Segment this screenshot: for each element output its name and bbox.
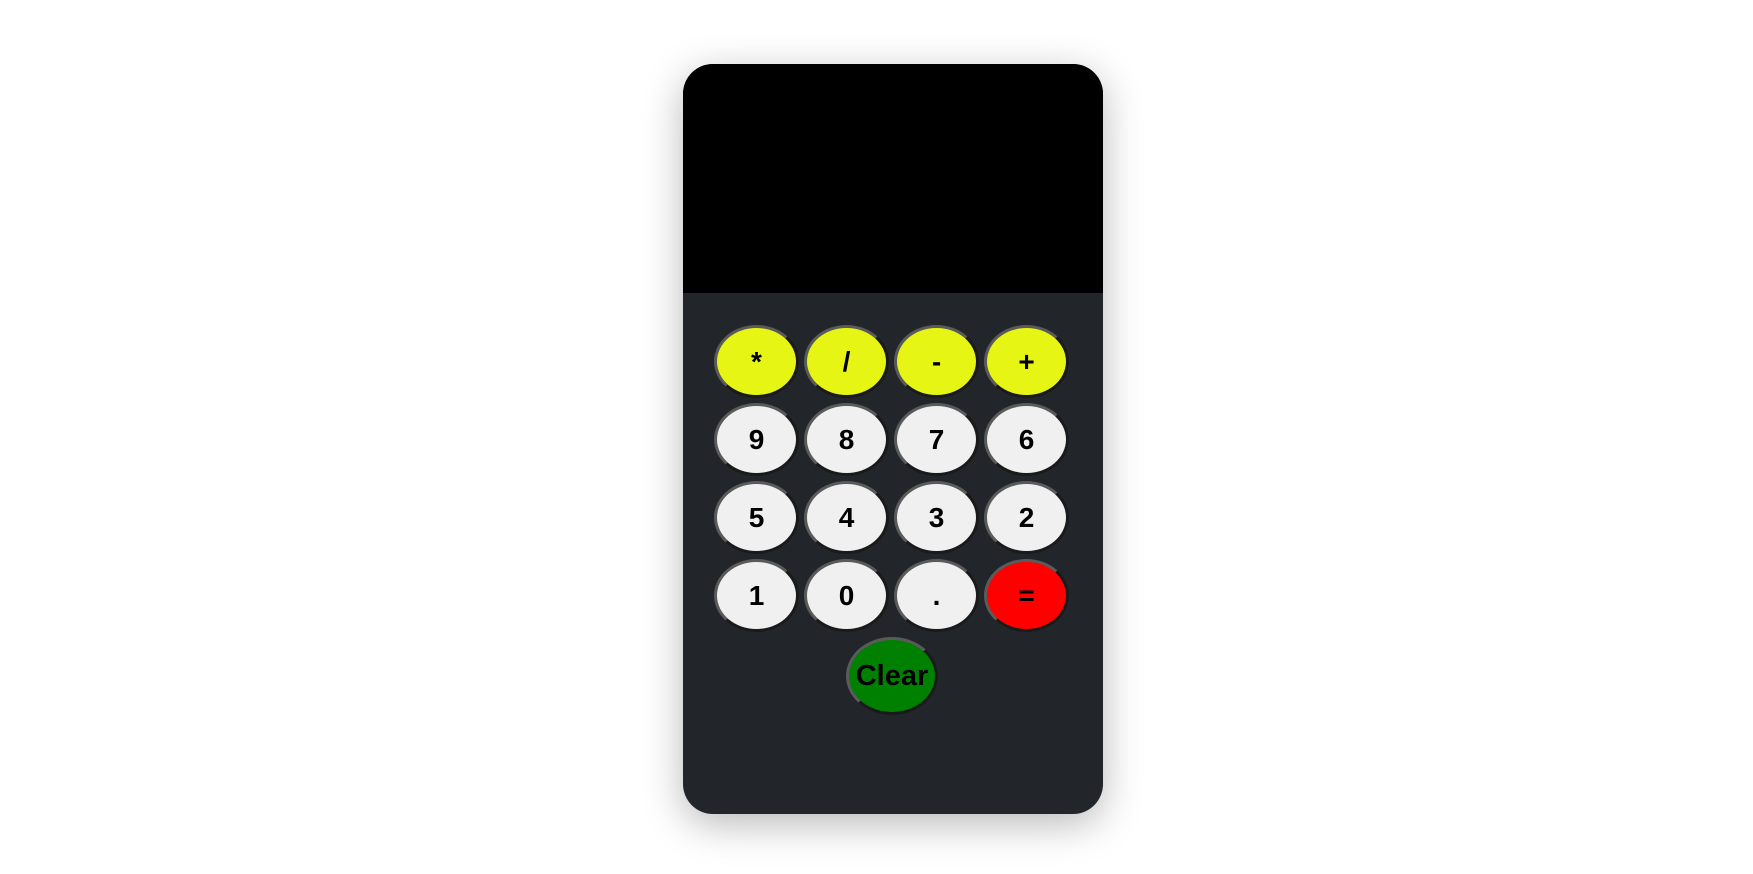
digit-5-button[interactable]: 5	[714, 481, 799, 554]
equals-button[interactable]: =	[984, 559, 1069, 632]
multiply-button[interactable]: *	[714, 325, 799, 398]
digit-4-button[interactable]: 4	[804, 481, 889, 554]
calculator: * / - + 9 8 7 6 5 4 3 2 1 0 . = Clear	[683, 64, 1103, 814]
add-button[interactable]: +	[984, 325, 1069, 398]
digit-9-button[interactable]: 9	[714, 403, 799, 476]
clear-button[interactable]: Clear	[846, 637, 938, 715]
divide-button[interactable]: /	[804, 325, 889, 398]
digit-2-button[interactable]: 2	[984, 481, 1069, 554]
digit-6-button[interactable]: 6	[984, 403, 1069, 476]
digit-1-button[interactable]: 1	[714, 559, 799, 632]
number-row-2: 5 4 3 2	[714, 481, 1074, 554]
subtract-button[interactable]: -	[894, 325, 979, 398]
keypad: * / - + 9 8 7 6 5 4 3 2 1 0 . = Clear	[714, 325, 1074, 715]
operator-row: * / - +	[714, 325, 1074, 398]
digit-8-button[interactable]: 8	[804, 403, 889, 476]
decimal-button[interactable]: .	[894, 559, 979, 632]
digit-7-button[interactable]: 7	[894, 403, 979, 476]
number-row-3: 1 0 . =	[714, 559, 1074, 632]
number-row-1: 9 8 7 6	[714, 403, 1074, 476]
digit-3-button[interactable]: 3	[894, 481, 979, 554]
digit-0-button[interactable]: 0	[804, 559, 889, 632]
display-screen	[683, 64, 1103, 293]
clear-row: Clear	[714, 637, 1074, 715]
